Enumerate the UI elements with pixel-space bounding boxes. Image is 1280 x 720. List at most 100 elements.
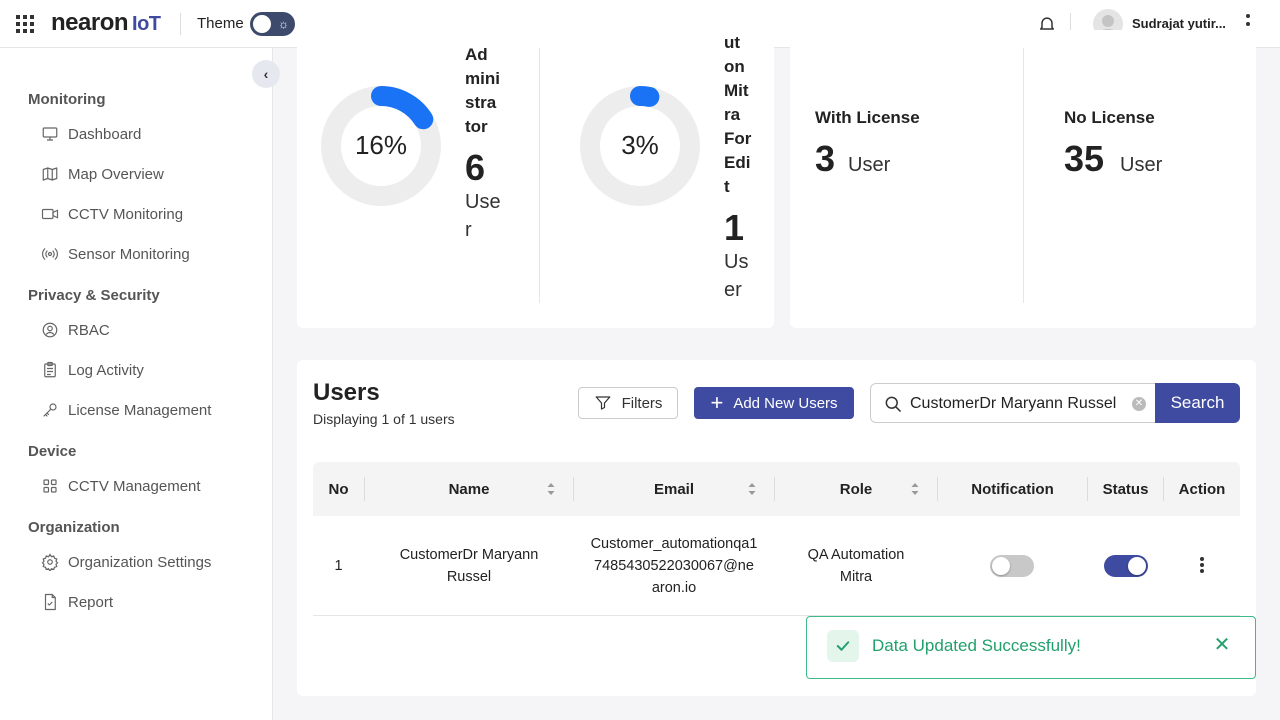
sidebar-item-label: Map Overview — [68, 165, 164, 183]
gear-icon — [40, 552, 60, 572]
column-header-name[interactable]: Name — [365, 462, 573, 516]
sidebar-item-map-overview[interactable]: Map Overview — [40, 162, 164, 186]
filters-label: Filters — [621, 394, 663, 412]
column-header-email[interactable]: Email — [574, 462, 774, 516]
clear-search-icon[interactable]: ✕ — [1132, 397, 1146, 411]
sort-icon[interactable] — [747, 481, 757, 497]
sidebar-item-label: CCTV Monitoring — [68, 205, 184, 223]
add-new-users-button[interactable]: + Add New Users — [694, 387, 854, 419]
row-action-menu-icon[interactable] — [1199, 557, 1205, 573]
filter-icon — [595, 396, 610, 410]
grid-icon — [40, 476, 60, 496]
sidebar-item-cctv-monitoring[interactable]: CCTV Monitoring — [40, 202, 183, 226]
table-row: 1 CustomerDr Maryann Russel Customer_auto… — [313, 516, 1240, 616]
no-license-title: No License — [1064, 108, 1155, 127]
search-input[interactable] — [910, 392, 1125, 416]
rbac-icon — [40, 320, 60, 340]
sidebar-item-label: Sensor Monitoring — [68, 245, 190, 263]
key-icon — [40, 400, 60, 420]
sidebar-item-report[interactable]: Report — [40, 590, 113, 614]
add-users-label: Add New Users — [733, 394, 838, 412]
success-toast: Data Updated Successfully! ✕ — [806, 616, 1256, 679]
sidebar-item-label: Dashboard — [68, 125, 142, 143]
sidebar-item-cctv-management[interactable]: CCTV Management — [40, 474, 201, 498]
role1-unit: Use r — [465, 191, 501, 241]
file-icon — [40, 592, 60, 612]
sidebar-item-organization-settings[interactable]: Organization Settings — [40, 550, 211, 574]
card-divider — [1023, 48, 1024, 303]
role2-percent: 3% — [621, 130, 659, 160]
with-license-count: 3 — [815, 138, 836, 179]
plus-icon: + — [710, 390, 724, 415]
column-header-no: No — [328, 480, 349, 498]
cell-email: Customer_automationqa1 7485430522030067@n… — [590, 536, 758, 596]
brand-logo[interactable]: nearon IoT — [51, 9, 161, 37]
username[interactable]: Sudrajat yutir... — [1132, 16, 1226, 31]
role2-name: ut on Mit ra For Edi t — [724, 33, 752, 196]
role1-count: 6 — [465, 147, 486, 188]
header-divider — [180, 13, 181, 35]
apps-grid-icon[interactable] — [16, 15, 34, 33]
sidebar-item-label: License Management — [68, 401, 212, 419]
toast-message: Data Updated Successfully! — [872, 636, 1081, 655]
sidebar-item-rbac[interactable]: RBAC — [40, 318, 110, 342]
theme-toggle-knob — [252, 14, 272, 34]
sun-icon: ☼ — [278, 17, 289, 31]
role2-text-clip: ut on Mit ra For Edi t 1 Us er — [717, 30, 767, 328]
sidebar-item-log-activity[interactable]: Log Activity — [40, 358, 144, 382]
sidebar-item-label: CCTV Management — [68, 477, 201, 495]
sidebar-item-license-management[interactable]: License Management — [40, 398, 211, 422]
no-license-unit: User — [1120, 154, 1163, 176]
clipboard-icon — [40, 360, 60, 380]
users-title: Users — [313, 379, 380, 406]
theme-label: Theme — [197, 15, 244, 32]
role2-count: 1 — [724, 207, 745, 248]
sidebar-item-label: Log Activity — [68, 361, 144, 379]
sidebar-item-label: Organization Settings — [68, 553, 212, 571]
brand-suffix: IoT — [132, 13, 161, 35]
column-header-action: Action — [1178, 480, 1226, 498]
with-license-unit: User — [848, 154, 891, 176]
sidebar-collapse-button[interactable]: ‹ — [252, 60, 280, 88]
sidebar-item-label: Report — [68, 593, 114, 611]
search-box: ✕ — [870, 383, 1160, 423]
sidebar-item-dashboard[interactable]: Dashboard — [40, 122, 141, 146]
section-device: Device — [28, 443, 77, 460]
video-icon — [40, 204, 60, 224]
status-toggle[interactable] — [1104, 555, 1148, 577]
sidebar-item-sensor-monitoring[interactable]: Sensor Monitoring — [40, 242, 190, 266]
role1-percent: 16% — [354, 130, 408, 160]
column-header-notification: Notification — [971, 480, 1054, 498]
section-privacy-security: Privacy & Security — [28, 287, 160, 304]
column-header-status: Status — [1102, 480, 1149, 498]
card-divider — [539, 48, 540, 303]
section-organization: Organization — [28, 519, 120, 536]
notification-toggle[interactable] — [990, 555, 1034, 577]
role-stats-card: 16% Ad mini stra tor 6 Use r 3% ut on Mi… — [297, 30, 774, 328]
search-button[interactable]: Search — [1155, 383, 1240, 423]
cell-name: CustomerDr Maryann Russel — [399, 547, 539, 585]
filters-button[interactable]: Filters — [578, 387, 678, 419]
theme-toggle[interactable]: ☼ — [250, 12, 295, 36]
sort-icon[interactable] — [910, 481, 920, 497]
sidebar: ‹ Monitoring Dashboard Map Overview CCTV… — [0, 48, 280, 720]
close-icon[interactable]: ✕ — [1212, 635, 1232, 655]
with-license-title: With License — [815, 108, 920, 127]
monitor-icon — [40, 124, 60, 144]
search-icon — [885, 396, 901, 412]
brand-main: nearon — [51, 9, 129, 36]
role1-name: Ad mini stra tor — [465, 45, 500, 136]
sidebar-item-label: RBAC — [68, 321, 110, 339]
cell-no: 1 — [334, 558, 343, 574]
role2-unit: Us er — [724, 251, 749, 301]
cell-role: QA Automation Mitra — [807, 547, 905, 585]
section-monitoring: Monitoring — [28, 91, 106, 108]
check-icon — [827, 630, 859, 662]
map-icon — [40, 164, 60, 184]
table-header: No Name Email Role Notification Status A… — [313, 462, 1240, 516]
sensor-icon — [40, 244, 60, 264]
no-license-count: 35 — [1064, 138, 1105, 179]
users-count-text: Displaying 1 of 1 users — [313, 411, 455, 427]
license-stats-card: With License 3 User No License 35 User — [790, 30, 1256, 328]
sort-icon[interactable] — [546, 481, 556, 497]
